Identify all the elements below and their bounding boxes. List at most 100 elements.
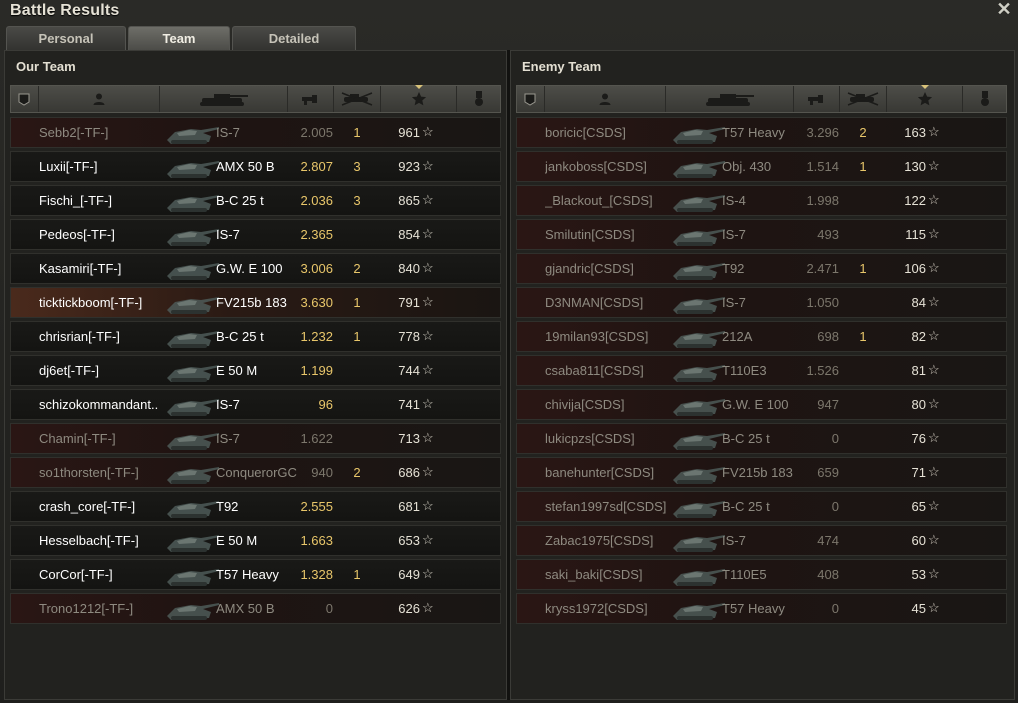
player-row[interactable]: csaba811[CSDS] T110E3 1.526 81 ☆	[516, 355, 1007, 386]
experience-column-header[interactable]	[381, 85, 458, 112]
player-row[interactable]: ticktickboom[-TF-] FV215b 183 3.630 1 79…	[10, 287, 501, 318]
experience-star-icon: ☆	[422, 566, 434, 581]
player-name: chivija[CSDS]	[545, 397, 625, 412]
experience-value: 854	[398, 227, 420, 242]
player-row[interactable]: Chamin[-TF-] IS-7 1.622 713 ☆	[10, 423, 501, 454]
experience-value: 163	[904, 125, 926, 140]
player-row[interactable]: Zabac1975[CSDS] IS-7 474 60 ☆	[516, 525, 1007, 556]
player-row[interactable]: Trono1212[-TF-] AMX 50 B 0 626 ☆	[10, 593, 501, 624]
player-name: Chamin[-TF-]	[39, 431, 116, 446]
experience-star-icon: ☆	[928, 532, 940, 547]
damage-value: 1.622	[300, 431, 333, 446]
player-row[interactable]: Kasamiri[-TF-] G.W. E 100 3.006 2 840 ☆	[10, 253, 501, 284]
player-column-header[interactable]	[39, 86, 161, 112]
damage-value: 474	[817, 533, 839, 548]
damage-column-header[interactable]	[794, 86, 840, 112]
player-row[interactable]: Smilutin[CSDS] IS-7 493 115 ☆	[516, 219, 1007, 250]
player-row[interactable]: dj6et[-TF-] E 50 M 1.199 744 ☆	[10, 355, 501, 386]
kills-value: 1	[353, 295, 361, 310]
player-row[interactable]: kryss1972[CSDS] T57 Heavy 0 45 ☆	[516, 593, 1007, 624]
player-row[interactable]: 19milan93[CSDS] 212A 698 1 82 ☆	[516, 321, 1007, 352]
damage-value: 1.199	[300, 363, 333, 378]
player-row[interactable]: chivija[CSDS] G.W. E 100 947 80 ☆	[516, 389, 1007, 420]
kills-column-header[interactable]	[334, 86, 382, 112]
player-row[interactable]: Luxii[-TF-] AMX 50 B 2.807 3 923 ☆	[10, 151, 501, 182]
player-row[interactable]: jankoboss[CSDS] Obj. 430 1.514 1 130 ☆	[516, 151, 1007, 182]
player-name: Sebb2[-TF-]	[39, 125, 109, 140]
squad-column-header[interactable]	[11, 86, 39, 112]
player-name: schizokommandant..	[39, 397, 159, 412]
tank-silhouette-icon	[167, 569, 219, 586]
damage-value: 1.514	[806, 159, 839, 174]
damage-value: 493	[817, 227, 839, 242]
player-row[interactable]: gjandric[CSDS] T92 2.471 1 106 ☆	[516, 253, 1007, 284]
player-row[interactable]: saki_baki[CSDS] T110E5 408 53 ☆	[516, 559, 1007, 590]
experience-column-header[interactable]	[887, 85, 964, 112]
player-row[interactable]: _Blackout_[CSDS] IS-4 1.998 122 ☆	[516, 185, 1007, 216]
kills-value: 2	[859, 125, 867, 140]
experience-value: 840	[398, 261, 420, 276]
player-name: Luxii[-TF-]	[39, 159, 98, 174]
damage-value: 1.998	[806, 193, 839, 208]
player-row[interactable]: chrisrian[-TF-] B-C 25 t 1.232 1 778 ☆	[10, 321, 501, 352]
damage-column-header[interactable]	[288, 86, 334, 112]
player-row[interactable]: D3NMAN[CSDS] IS-7 1.050 84 ☆	[516, 287, 1007, 318]
medal-column-header[interactable]	[963, 86, 1006, 112]
tab-personal-score[interactable]: Personal Score	[6, 26, 126, 70]
player-row[interactable]: lukicpzs[CSDS] B-C 25 t 0 76 ☆	[516, 423, 1007, 454]
experience-star-icon: ☆	[928, 464, 940, 479]
squad-icon	[524, 93, 536, 106]
experience-value: 649	[398, 567, 420, 582]
damage-value: 1.663	[300, 533, 333, 548]
player-name: chrisrian[-TF-]	[39, 329, 120, 344]
damage-icon	[302, 95, 318, 105]
kills-value: 1	[859, 159, 867, 174]
medal-column-header[interactable]	[457, 86, 500, 112]
experience-star-icon: ☆	[422, 260, 434, 275]
experience-value: 626	[398, 601, 420, 616]
damage-value: 0	[831, 601, 839, 616]
experience-star-icon: ☆	[928, 294, 940, 309]
player-name: crash_core[-TF-]	[39, 499, 136, 514]
tank-silhouette-icon	[167, 603, 219, 620]
player-row[interactable]: Sebb2[-TF-] IS-7 2.005 1 961 ☆	[10, 117, 501, 148]
damage-value: 2.365	[300, 227, 333, 242]
tank-silhouette-icon	[167, 365, 219, 382]
damage-value: 1.526	[806, 363, 839, 378]
player-row[interactable]: Pedeos[-TF-] IS-7 2.365 854 ☆	[10, 219, 501, 250]
kills-column-header[interactable]	[840, 86, 888, 112]
experience-value: 130	[904, 159, 926, 174]
player-row[interactable]: crash_core[-TF-] T92 2.555 681 ☆	[10, 491, 501, 522]
experience-value: 45	[911, 601, 926, 616]
player-name: Pedeos[-TF-]	[39, 227, 115, 242]
tank-column-header[interactable]	[666, 86, 794, 112]
tank-silhouette-icon	[167, 467, 219, 484]
player-row[interactable]: CorCor[-TF-] T57 Heavy 1.328 1 649 ☆	[10, 559, 501, 590]
player-name: stefan1997sd[CSDS]	[545, 499, 667, 514]
tank-silhouette-icon	[167, 161, 219, 178]
tank-column-header[interactable]	[160, 86, 288, 112]
player-row[interactable]: so1thorsten[-TF-] ConquerorGC 940 2 686 …	[10, 457, 501, 488]
player-name: _Blackout_[CSDS]	[545, 193, 653, 208]
experience-star-icon: ☆	[422, 124, 434, 139]
experience-star-icon: ☆	[422, 362, 434, 377]
player-row[interactable]: banehunter[CSDS] FV215b 183 659 71 ☆	[516, 457, 1007, 488]
player-name: Trono1212[-TF-]	[39, 601, 134, 616]
damage-value: 2.471	[806, 261, 839, 276]
tab-team-score[interactable]: Team Score	[128, 26, 230, 70]
player-row[interactable]: boricic[CSDS] T57 Heavy 3.296 2 163 ☆	[516, 117, 1007, 148]
player-name: lukicpzs[CSDS]	[545, 431, 635, 446]
experience-star-icon: ☆	[928, 192, 940, 207]
player-row[interactable]: Fischi_[-TF-] B-C 25 t 2.036 3 865 ☆	[10, 185, 501, 216]
enemy-team-panel: Enemy Team boricic[CSDS] T57 Heavy 3.296…	[510, 50, 1015, 700]
player-row[interactable]: Hesselbach[-TF-] E 50 M 1.663 653 ☆	[10, 525, 501, 556]
experience-star-icon	[411, 92, 426, 106]
tab-detailed-report[interactable]: Detailed Report	[232, 26, 356, 70]
squad-column-header[interactable]	[517, 86, 545, 112]
player-row[interactable]: stefan1997sd[CSDS] B-C 25 t 0 65 ☆	[516, 491, 1007, 522]
close-icon[interactable]: ✕	[996, 0, 1012, 18]
player-row[interactable]: schizokommandant.. IS-7 96 741 ☆	[10, 389, 501, 420]
player-column-header[interactable]	[545, 86, 667, 112]
player-name: saki_baki[CSDS]	[545, 567, 643, 582]
medal-icon	[980, 91, 989, 106]
